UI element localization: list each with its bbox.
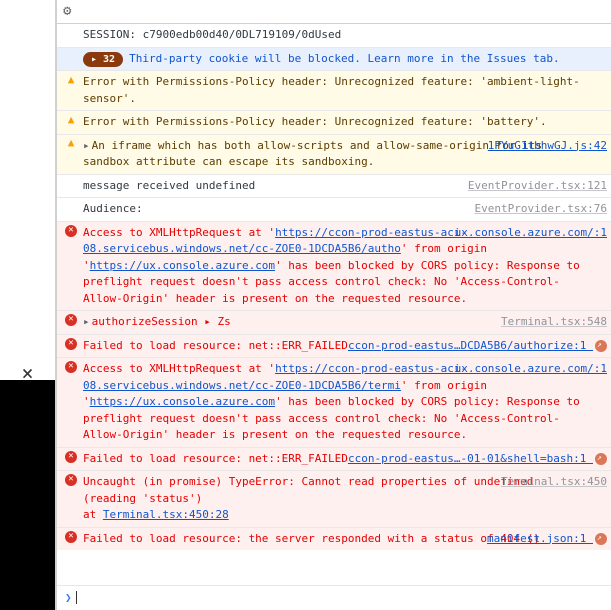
console-row: SESSION: c7900edb00d40/0DL719109/0dUsed [57, 24, 611, 47]
console-row: ✕ux.console.azure.com/:1Access to XMLHtt… [57, 357, 611, 447]
error-icon: ✕ [65, 531, 77, 543]
cursor [76, 591, 77, 604]
gear-icon[interactable]: ⚙ [63, 1, 71, 22]
console-row: Error with Permissions-Policy header: Un… [57, 110, 611, 134]
console-row: 1PYuG1tbhwGJ.js:42▸An iframe which has b… [57, 134, 611, 174]
source-link[interactable]: EventProvider.tsx:121 [468, 178, 607, 195]
error-icon: ✕ [65, 338, 77, 350]
warning-icon [65, 74, 77, 86]
devtools-console: ⚙ SESSION: c7900edb00d40/0DL719109/0dUse… [56, 0, 611, 610]
console-prompt[interactable]: ❯ [57, 585, 611, 610]
console-row: ✕ux.console.azure.com/:1Access to XMLHtt… [57, 221, 611, 311]
console-row: ▸ 32Third-party cookie will be blocked. … [57, 47, 611, 71]
terminal-preview [0, 380, 55, 610]
issues-badge[interactable]: ▸ 32 [83, 52, 123, 67]
external-icon [595, 340, 607, 352]
warning-icon [65, 114, 77, 126]
console-row: ✕Terminal.tsx:450Uncaught (in promise) T… [57, 470, 611, 527]
url-link[interactable]: https://ux.console.azure.com [90, 259, 275, 272]
source-link[interactable]: EventProvider.tsx:76 [475, 201, 607, 218]
error-icon: ✕ [65, 314, 77, 326]
source-link[interactable]: ccon-prod-eastus…DCDA5B6/authorize:1 [348, 338, 607, 355]
console-row: ✕Terminal.tsx:548▸authorizeSession ▸ Zs [57, 310, 611, 334]
source-link[interactable]: Terminal.tsx:450 [501, 474, 607, 491]
console-row: Error with Permissions-Policy header: Un… [57, 70, 611, 110]
external-icon [595, 453, 607, 465]
source-link[interactable]: Terminal.tsx:548 [501, 314, 607, 331]
console-log-list[interactable]: SESSION: c7900edb00d40/0DL719109/0dUsed▸… [57, 24, 611, 585]
source-link[interactable]: 1PYuG1tbhwGJ.js:42 [488, 138, 607, 155]
error-icon: ✕ [65, 361, 77, 373]
external-icon [595, 533, 607, 545]
error-icon: ✕ [65, 225, 77, 237]
stack-link[interactable]: Terminal.tsx:450:28 [103, 508, 229, 521]
source-link[interactable]: ccon-prod-eastus…-01-01&shell=bash:1 [348, 451, 607, 468]
console-row: EventProvider.tsx:76Audience: [57, 197, 611, 221]
console-row: ✕ccon-prod-eastus…-01-01&shell=bash:1 Fa… [57, 447, 611, 471]
secondary-panel: × [0, 0, 56, 610]
prompt-symbol: ❯ [65, 590, 72, 607]
expand-triangle-icon[interactable]: ▸ [83, 139, 90, 152]
console-row: ✕ccon-prod-eastus…DCDA5B6/authorize:1 Fa… [57, 334, 611, 358]
error-icon: ✕ [65, 474, 77, 486]
error-icon: ✕ [65, 451, 77, 463]
console-row: ✕manifest.json:1 Failed to load resource… [57, 527, 611, 551]
console-row: EventProvider.tsx:121message received un… [57, 174, 611, 198]
expand-triangle-icon[interactable]: ▸ [83, 315, 90, 328]
warning-icon [65, 138, 77, 150]
url-link[interactable]: https://ux.console.azure.com [90, 395, 275, 408]
source-link[interactable]: ux.console.azure.com/:1 [455, 225, 607, 242]
source-link[interactable]: manifest.json:1 [487, 531, 607, 548]
source-link[interactable]: ux.console.azure.com/:1 [455, 361, 607, 378]
console-toolbar: ⚙ [57, 0, 611, 24]
